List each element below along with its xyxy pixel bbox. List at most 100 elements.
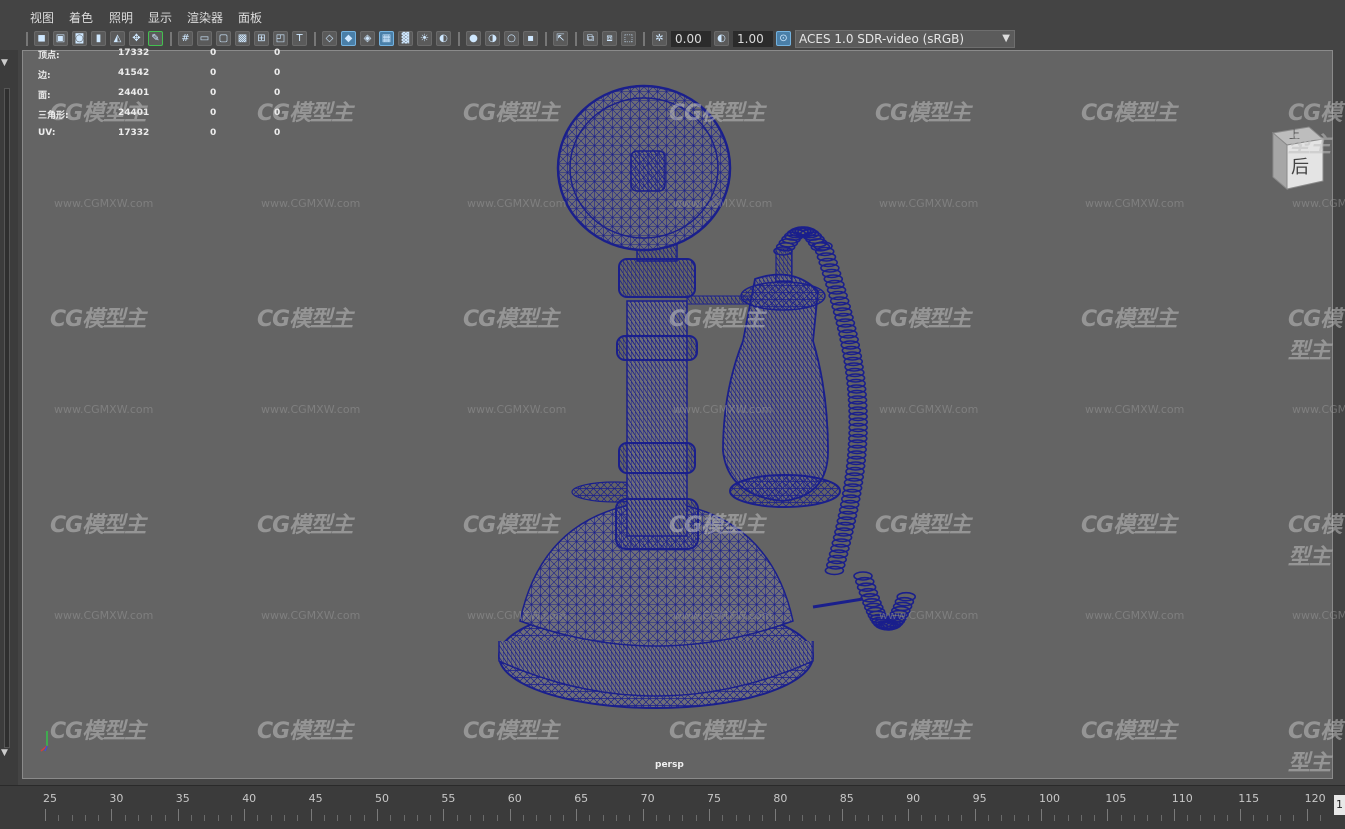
hud-value: 17332: [118, 128, 150, 138]
timeline-minor-tick: [403, 815, 405, 821]
watermark-logo: CG模型主: [50, 307, 146, 332]
watermark-logo: CG模型主: [875, 719, 971, 744]
timeline-minor-tick: [1094, 815, 1096, 821]
watermark-logo: CG模型主: [257, 513, 353, 538]
timeline-minor-tick: [363, 815, 365, 821]
timeline-major-tick: [509, 809, 511, 821]
timeline-minor-tick: [323, 815, 325, 821]
watermark-logo: CG模型主: [50, 719, 146, 744]
timeline-major-tick: [775, 809, 777, 821]
timeline-minor-tick: [98, 815, 100, 821]
timeline-minor-tick: [1133, 815, 1135, 821]
timeline-minor-tick: [297, 815, 299, 821]
timeline-minor-tick: [629, 815, 631, 821]
watermark-url: www.CGMXW.com: [467, 403, 567, 416]
timeline-minor-tick: [1120, 815, 1122, 821]
timeline-minor-tick: [536, 815, 538, 821]
watermark-logo: CG模型主: [875, 513, 971, 538]
timeline-minor-tick: [523, 815, 525, 821]
timeline-minor-tick: [469, 815, 471, 821]
end-frame-field[interactable]: 1: [1334, 795, 1345, 815]
timeline-minor-tick: [217, 815, 219, 821]
timeline-minor-tick: [483, 815, 485, 821]
timeline-minor-tick: [1226, 815, 1228, 821]
watermark-url: www.CGMXW.com: [54, 609, 154, 622]
timeline-major-tick: [1041, 809, 1042, 821]
hud-value: 24401: [118, 88, 150, 98]
watermark-logo: CG模型主: [257, 101, 353, 126]
timeline-major-tick: [642, 809, 644, 821]
timeline-minor-tick: [284, 815, 286, 821]
timeline-minor-tick: [1054, 815, 1056, 821]
timeline-minor-tick: [1027, 815, 1029, 821]
hud-value: 0: [274, 88, 281, 98]
timeline-minor-tick: [1253, 815, 1255, 821]
timeline-tick-label: 75: [707, 792, 721, 805]
timeline-major-tick: [177, 809, 179, 821]
watermark-url: www.CGMXW.com: [673, 609, 773, 622]
timeline-minor-tick: [1067, 815, 1069, 821]
watermark-logo: CG模型主: [1288, 719, 1342, 776]
timeline-minor-tick: [934, 815, 936, 821]
timeline-major-tick: [443, 809, 445, 821]
timeline-major-tick: [841, 809, 843, 821]
timeline-tick-label: 35: [175, 792, 190, 805]
watermark-logo: CG模型主: [1081, 101, 1177, 126]
watermark-layer: CG模型主 CG模型主 CG模型主 CG模型主 CG模型主 CG模型主 CG模型主 CG模型主…: [0, 0, 1345, 828]
timeline-minor-tick: [948, 815, 950, 821]
watermark-url: www.CGMXW.com: [1085, 197, 1185, 210]
timeline-minor-tick: [1293, 815, 1295, 821]
timeline-minor-tick: [257, 815, 259, 821]
timeline-minor-tick: [722, 815, 724, 821]
timeline-major-tick: [974, 809, 976, 821]
watermark-logo: CG模型主: [875, 307, 971, 332]
watermark-logo: CG模型主: [669, 101, 765, 126]
timeline-major-tick: [244, 809, 246, 821]
camera-name-label: persp: [655, 760, 684, 770]
hud-value: 0: [274, 108, 281, 118]
timeline-major-tick: [377, 809, 378, 821]
hud-label: 顶点:: [38, 51, 60, 61]
timeline-minor-tick: [695, 815, 697, 821]
timeline-minor-tick: [84, 815, 86, 821]
timeline-minor-tick: [1266, 815, 1268, 821]
watermark-logo: CG模型主: [463, 719, 559, 744]
timeline-tick-label: 60: [507, 792, 522, 805]
hud-value: 41542: [118, 68, 150, 78]
timeline-major-tick: [1240, 809, 1242, 821]
timeline-minor-tick: [616, 815, 618, 821]
timeline-major-tick: [1173, 809, 1175, 821]
timeline-minor-tick: [71, 815, 73, 821]
timeline-minor-tick: [815, 815, 817, 821]
timeline-minor-tick: [855, 815, 857, 821]
timeline-tick-label: 95: [972, 792, 987, 805]
watermark-logo: CG模型主: [1081, 513, 1177, 538]
timeline-minor-tick: [1280, 815, 1282, 821]
time-slider[interactable]: 25 30 35 40 45 50 55 60 65 70 75 80 85 90 95 100 105 110 1…: [0, 785, 1345, 829]
timeline-minor-tick: [828, 815, 830, 821]
timeline-minor-tick: [164, 815, 166, 821]
timeline-minor-tick: [549, 815, 551, 821]
watermark-logo: CG模型主: [257, 719, 353, 744]
timeline-tick-label: 80: [773, 792, 788, 805]
timeline-minor-tick: [868, 815, 870, 821]
hud-value: 0: [210, 68, 217, 78]
hud-value: 0: [274, 68, 281, 78]
watermark-logo: CG模型主: [1081, 719, 1177, 744]
timeline-tick-label: 65: [574, 792, 589, 805]
watermark-url: www.CGMXW.com: [1085, 403, 1185, 416]
timeline-tick-label: 115: [1238, 792, 1260, 805]
timeline-minor-tick: [496, 815, 498, 821]
watermark-url: www.CGMXW.com: [673, 403, 773, 416]
watermark-url: www.CGMXW.com: [1085, 609, 1185, 622]
watermark-logo: CG模型主: [875, 101, 971, 126]
hud-value: 0: [274, 128, 281, 138]
timeline-minor-tick: [350, 815, 352, 821]
timeline-minor-tick: [921, 815, 923, 821]
watermark-url: www.CGMXW.com: [467, 609, 567, 622]
timeline-minor-tick: [602, 815, 604, 821]
watermark-url: www.CGMXW.com: [1292, 609, 1345, 622]
timeline-tick-label: 105: [1105, 792, 1127, 805]
timeline-major-tick: [1107, 809, 1109, 821]
timeline-tick-label: 120: [1304, 792, 1326, 805]
